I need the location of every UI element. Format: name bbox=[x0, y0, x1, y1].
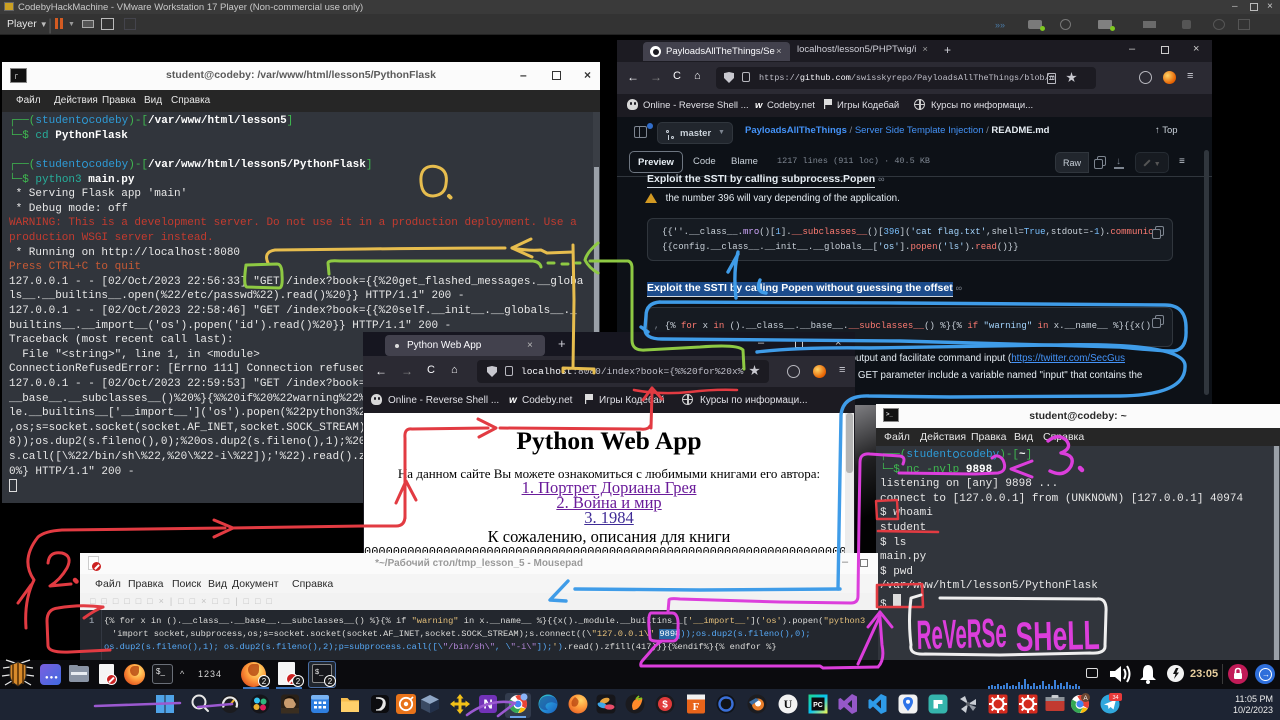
svg-text:ReVeRSe: ReVeRSe bbox=[916, 610, 1007, 658]
